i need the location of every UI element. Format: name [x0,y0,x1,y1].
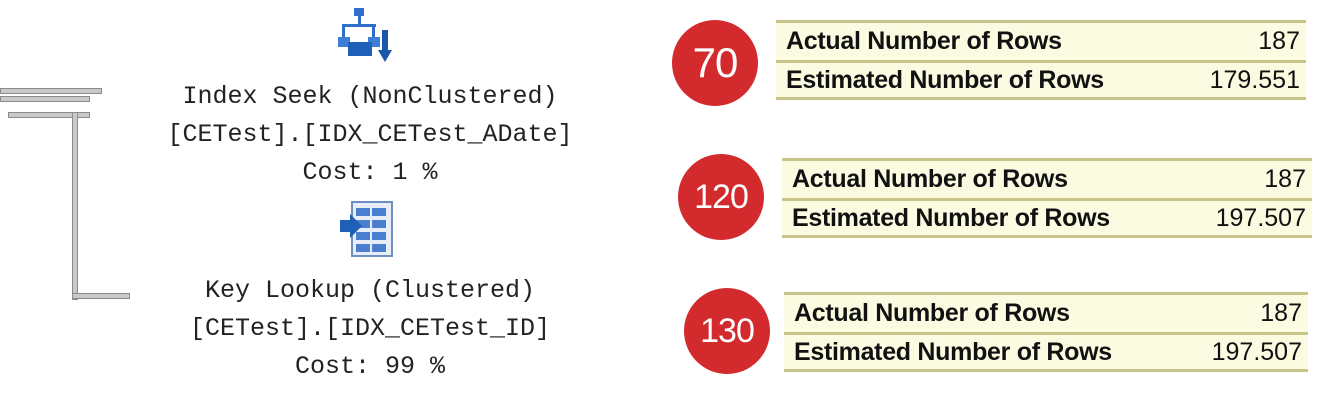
stat-group: 120 Actual Number of Rows 187 Estimated … [678,152,1318,248]
estimated-rows-row: Estimated Number of Rows 179.551 [776,60,1306,100]
stat-group: 70 Actual Number of Rows 187 Estimated N… [672,16,1312,112]
actual-rows-value: 187 [1264,165,1306,193]
estimated-rows-value: 197.507 [1215,203,1306,232]
operator-cost: Cost: 1 % [302,158,438,187]
estimated-rows-label: Estimated Number of Rows [786,65,1104,94]
estimated-rows-value: 197.507 [1211,337,1302,366]
index-seek-icon[interactable] [336,6,398,73]
stats-table: Actual Number of Rows 187 Estimated Numb… [782,158,1312,238]
estimated-rows-value: 179.551 [1209,65,1300,94]
actual-rows-row: Actual Number of Rows 187 [776,20,1306,60]
key-lookup-icon[interactable] [338,200,396,265]
actual-rows-label: Actual Number of Rows [794,299,1070,327]
index-seek-operator[interactable]: Index Seek (NonClustered) [CETest].[IDX_… [90,78,650,192]
operator-name: Index Seek (NonClustered) [182,82,558,111]
connector-top-bar-2 [0,96,90,102]
actual-rows-row: Actual Number of Rows 187 [784,292,1308,332]
operator-name: Key Lookup (Clustered) [204,276,536,305]
cardinality-badge: 130 [684,288,770,374]
connector-top-bar [0,88,102,94]
cardinality-badge: 70 [672,20,758,106]
actual-rows-label: Actual Number of Rows [792,165,1068,193]
estimated-rows-label: Estimated Number of Rows [794,337,1112,366]
stats-table: Actual Number of Rows 187 Estimated Numb… [776,20,1306,100]
actual-rows-value: 187 [1258,27,1300,55]
actual-rows-value: 187 [1260,299,1302,327]
stat-group: 130 Actual Number of Rows 187 Estimated … [684,286,1324,382]
operator-object: [CETest].[IDX_CETest_ID] [189,314,551,343]
actual-rows-row: Actual Number of Rows 187 [782,158,1312,198]
estimated-rows-label: Estimated Number of Rows [792,203,1110,232]
operator-object: [CETest].[IDX_CETest_ADate] [167,120,573,149]
key-lookup-operator[interactable]: Key Lookup (Clustered) [CETest].[IDX_CET… [90,272,650,386]
actual-rows-label: Actual Number of Rows [786,27,1062,55]
operator-cost: Cost: 99 % [294,352,446,381]
connector-branch-vertical [72,112,78,300]
estimated-rows-row: Estimated Number of Rows 197.507 [782,198,1312,238]
cardinality-badge: 120 [678,154,764,240]
estimated-rows-row: Estimated Number of Rows 197.507 [784,332,1308,372]
stats-table: Actual Number of Rows 187 Estimated Numb… [784,292,1308,372]
